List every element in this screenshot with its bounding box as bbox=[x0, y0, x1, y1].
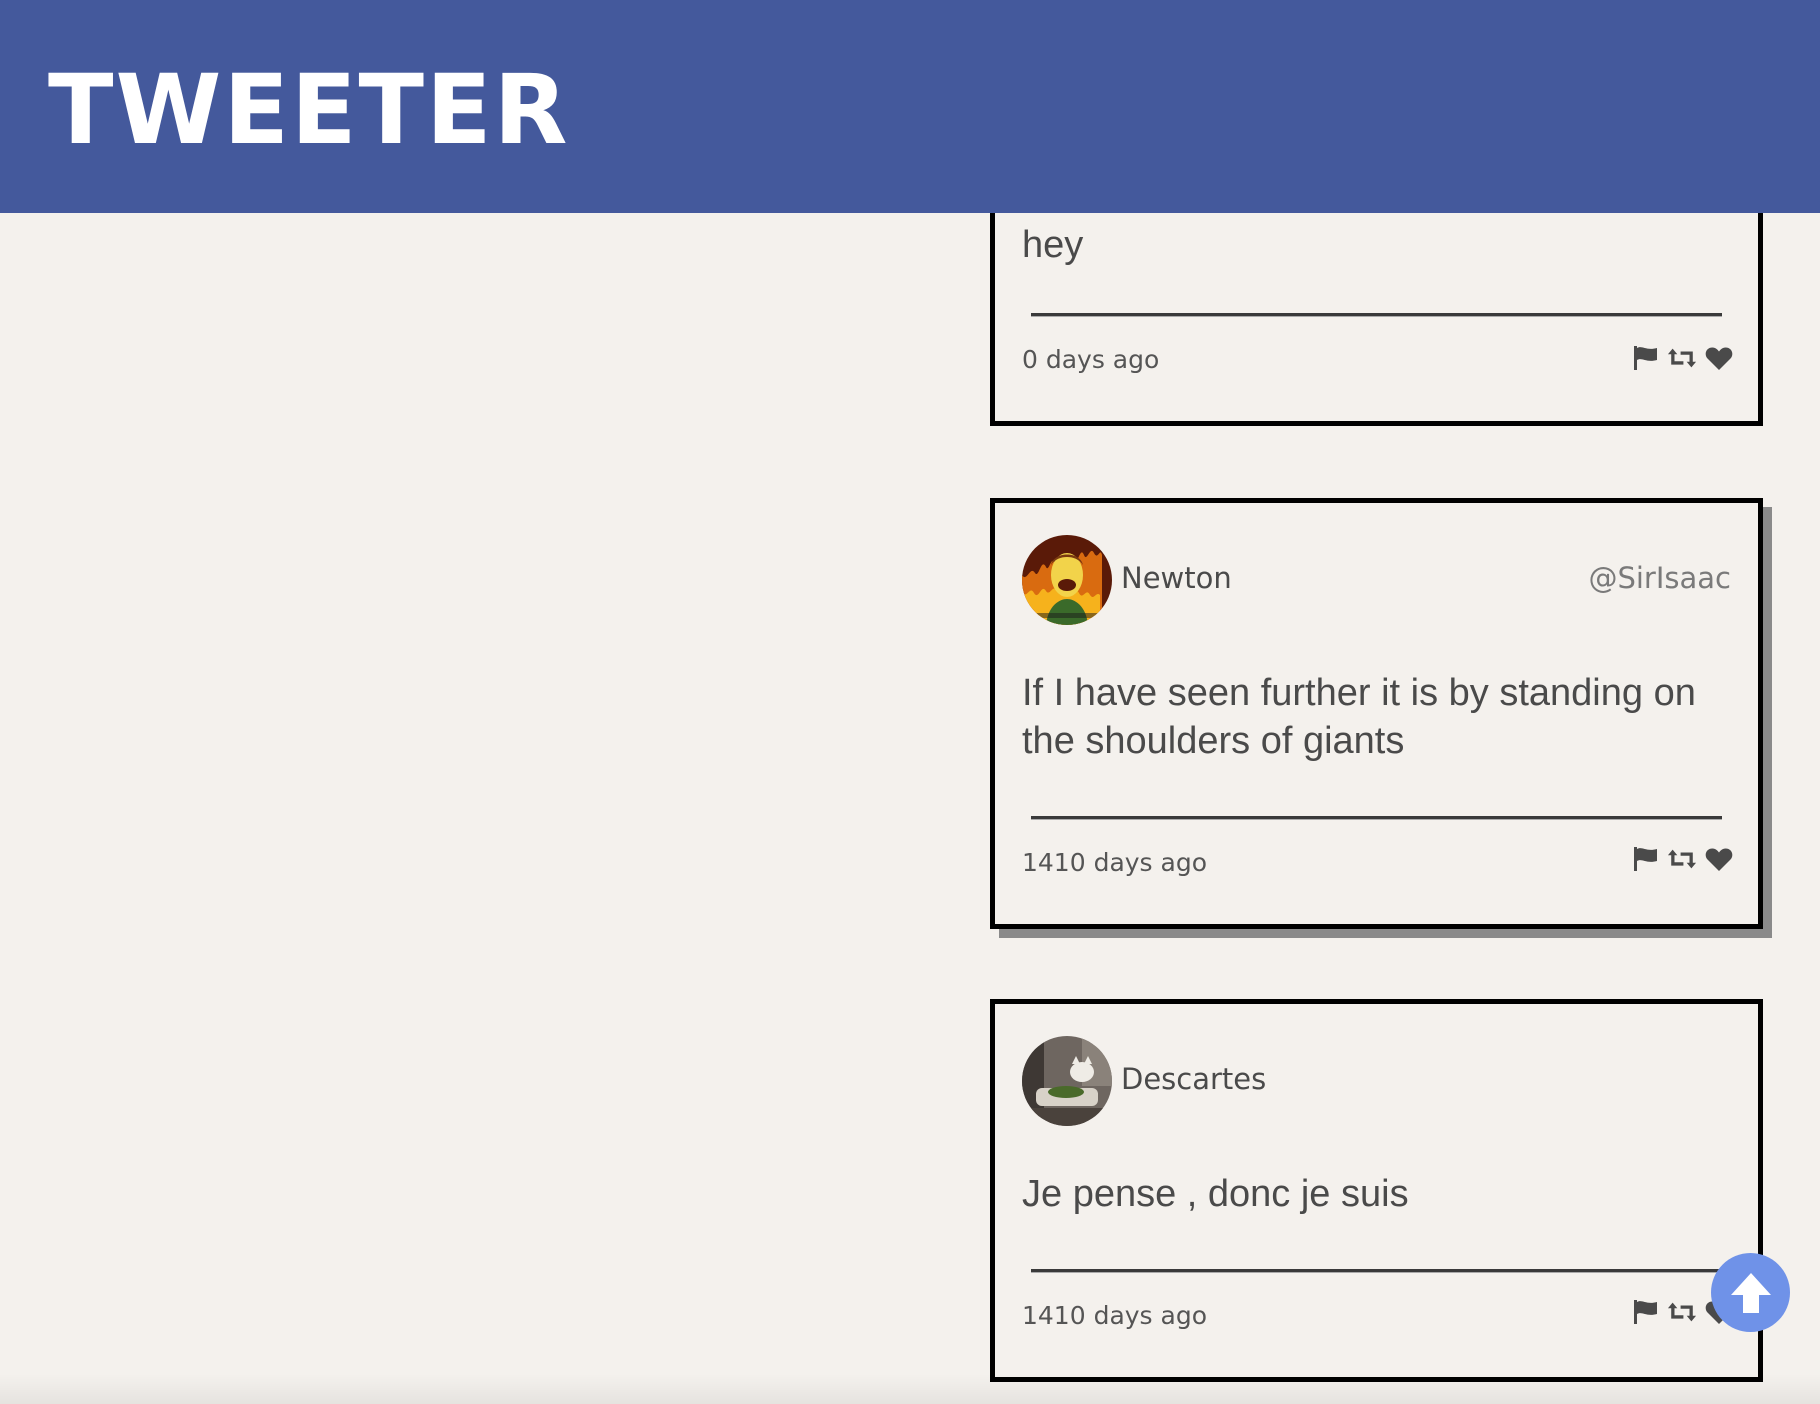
retweet-icon[interactable] bbox=[1667, 343, 1697, 373]
heart-icon[interactable] bbox=[1704, 343, 1734, 373]
flag-icon[interactable] bbox=[1630, 1297, 1660, 1327]
top-navbar: TWEETER bbox=[0, 0, 1820, 213]
avatar[interactable] bbox=[1022, 535, 1112, 625]
tweet-actions bbox=[1630, 343, 1734, 373]
heart-icon[interactable] bbox=[1704, 844, 1734, 874]
tweet-divider bbox=[1031, 313, 1722, 317]
tweet-text: Je pense , donc je suis bbox=[1022, 1173, 1409, 1215]
tweet-header: Newton @SirIsaac bbox=[1022, 535, 1731, 625]
tweet-card: Newton @SirIsaac If I have seen further … bbox=[990, 498, 1763, 929]
flag-icon[interactable] bbox=[1630, 343, 1660, 373]
tweet-divider bbox=[1031, 816, 1722, 820]
display-name[interactable]: Descartes bbox=[1121, 1061, 1266, 1097]
flag-icon[interactable] bbox=[1630, 844, 1660, 874]
tweet-actions bbox=[1630, 844, 1734, 874]
tweet-timestamp: 1410 days ago bbox=[1022, 848, 1208, 877]
app: hey 0 days ago Newton @SirIsaac If I hav… bbox=[0, 0, 1820, 1404]
tweet-timestamp: 1410 days ago bbox=[1022, 1301, 1208, 1330]
retweet-icon[interactable] bbox=[1667, 844, 1697, 874]
scroll-to-top-button[interactable] bbox=[1711, 1253, 1790, 1332]
tweet-divider bbox=[1031, 1269, 1722, 1273]
arrow-up-icon bbox=[1730, 1272, 1771, 1313]
tweet-header: Descartes bbox=[1022, 1036, 1731, 1126]
tweet-card: Descartes Je pense , donc je suis 1410 d… bbox=[990, 999, 1763, 1382]
avatar[interactable] bbox=[1022, 1036, 1112, 1126]
display-name[interactable]: Newton bbox=[1121, 560, 1232, 596]
retweet-icon[interactable] bbox=[1667, 1297, 1697, 1327]
tweet-timestamp: 0 days ago bbox=[1022, 345, 1160, 374]
user-handle[interactable]: @SirIsaac bbox=[1588, 560, 1731, 596]
site-logo[interactable]: TWEETER bbox=[48, 60, 570, 160]
tweet-text: If I have seen further it is by standing… bbox=[1022, 672, 1696, 762]
tweet-text: hey bbox=[1022, 224, 1084, 266]
